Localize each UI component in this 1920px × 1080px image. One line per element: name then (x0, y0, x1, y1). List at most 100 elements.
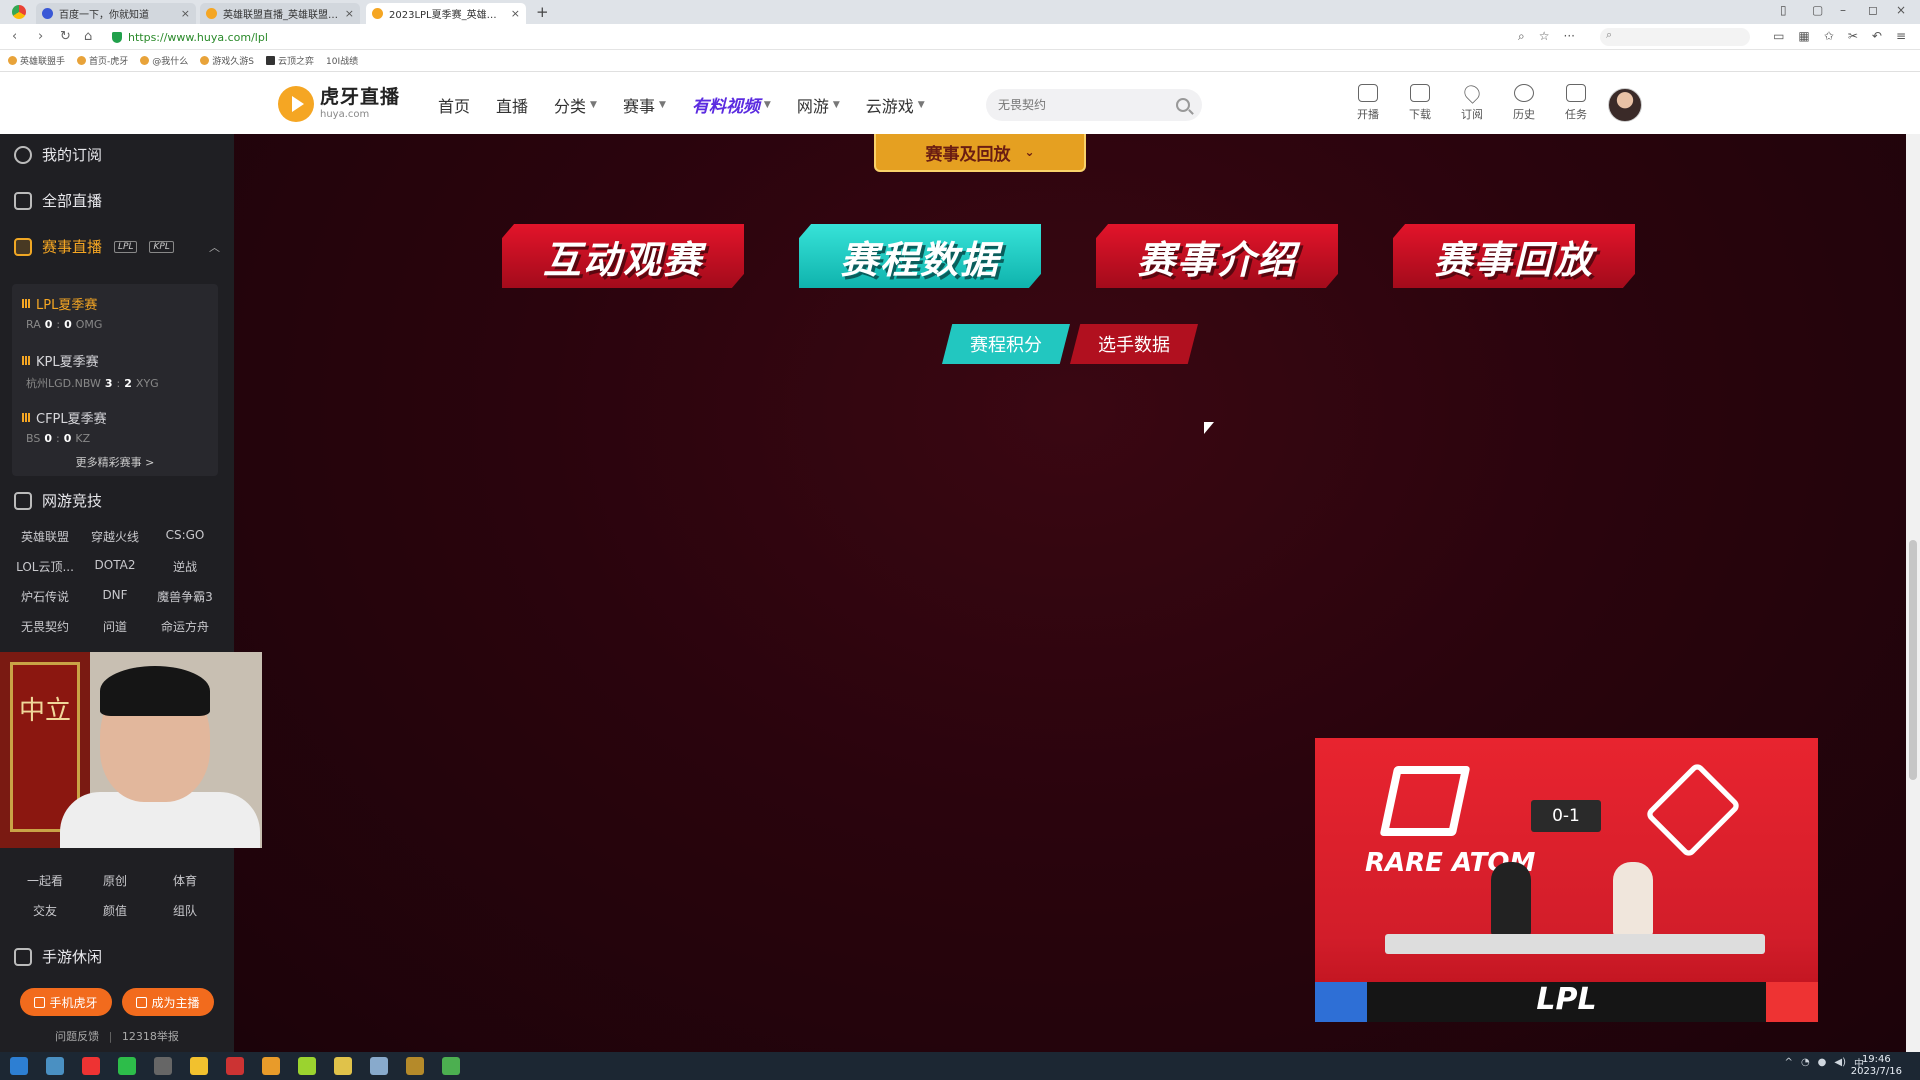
search-icon[interactable] (1176, 98, 1190, 112)
nav-live[interactable]: 直播 (496, 92, 528, 117)
nav-online-games[interactable]: 网游 ▼ (797, 92, 840, 117)
game-link[interactable]: 问道 (80, 618, 150, 635)
zoom-icon[interactable]: ⌕ (1518, 29, 1525, 44)
new-tab-button[interactable]: + (536, 3, 549, 21)
bookmark[interactable]: 英雄联盟手 (8, 54, 65, 67)
game-link[interactable]: CS:GO (150, 528, 220, 545)
windows-start-icon[interactable] (10, 1057, 28, 1075)
avatar[interactable] (1608, 88, 1642, 122)
nav-home[interactable]: 首页 (438, 92, 470, 117)
browser-tab-active[interactable]: 2023LPL夏季赛_英雄联盟 × (366, 3, 526, 24)
category-link[interactable]: 交友 (10, 902, 80, 919)
lol-client-icon[interactable] (406, 1057, 424, 1075)
app-icon[interactable] (154, 1057, 172, 1075)
minimize-icon[interactable]: – (1840, 3, 1846, 17)
bookmark[interactable]: @我什么 (140, 54, 188, 67)
app-icon[interactable] (226, 1057, 244, 1075)
report-link[interactable]: 12318举报 (122, 1030, 179, 1043)
bookmark[interactable]: 云顶之弈 (266, 54, 314, 67)
tab-schedule-data[interactable]: 赛程数据 (799, 224, 1041, 288)
chevron-up-icon[interactable]: ︿ (209, 239, 220, 255)
bookmark[interactable]: 10I战绩 (326, 54, 358, 67)
more-matches-link[interactable]: 更多精彩赛事 > (12, 454, 218, 470)
sidebar-item-mobile-games[interactable]: 手游休闲 (0, 946, 234, 967)
reader-icon[interactable]: ▭ (1773, 29, 1784, 43)
game-link[interactable]: DOTA2 (80, 558, 150, 575)
sidebar-toggle-icon[interactable]: ▯ (1780, 3, 1787, 17)
app-icon[interactable] (190, 1057, 208, 1075)
feedback-link[interactable]: 问题反馈 (55, 1030, 99, 1043)
browser-tab[interactable]: 百度一下，你就知道 × (36, 3, 196, 24)
game-link[interactable]: 魔兽争霸3 (150, 588, 220, 605)
task-button[interactable]: 任务 (1560, 84, 1592, 122)
game-link[interactable]: 逆战 (150, 558, 220, 575)
match-item[interactable]: CFPL夏季赛 BS 0:0 KZ (22, 408, 107, 445)
sidebar-item-online-games[interactable]: 网游竞技 (0, 490, 234, 511)
app-icon[interactable] (370, 1057, 388, 1075)
category-link[interactable]: 颜值 (80, 902, 150, 919)
clock[interactable]: 19:46 2023/7/16 (1851, 1054, 1902, 1078)
window-close-icon[interactable]: × (1896, 3, 1906, 17)
forward-icon[interactable]: › (38, 29, 43, 44)
mini-video-player[interactable]: RARE ATOM 0-1 LPL (1315, 738, 1818, 1022)
app-icon[interactable] (334, 1057, 352, 1075)
close-icon[interactable]: × (345, 7, 354, 20)
mobile-huya-button[interactable]: 手机虎牙 (20, 988, 112, 1016)
browser-tab[interactable]: 英雄联盟直播_英雄联盟无限 × (200, 3, 360, 24)
game-link[interactable]: 英雄联盟 (10, 528, 80, 545)
become-streamer-button[interactable]: 成为主播 (122, 988, 214, 1016)
sidebar-item-subscriptions[interactable]: 我的订阅 (0, 144, 234, 165)
app-icon[interactable] (298, 1057, 316, 1075)
app-icon[interactable] (46, 1057, 64, 1075)
game-link[interactable]: LOL云顶... (10, 558, 80, 575)
mic-icon[interactable]: ● (1818, 1057, 1827, 1068)
game-link[interactable]: 无畏契约 (10, 618, 80, 635)
app-icon[interactable] (82, 1057, 100, 1075)
close-icon[interactable]: × (181, 7, 190, 20)
nav-category[interactable]: 分类 ▼ (554, 92, 597, 117)
nav-cloud-games[interactable]: 云游戏 ▼ (866, 92, 925, 117)
history-button[interactable]: 历史 (1508, 84, 1540, 122)
category-link[interactable]: 体育 (150, 872, 220, 889)
category-link[interactable]: 组队 (150, 902, 220, 919)
section-dropdown[interactable]: 赛事及回放 ⌄ (874, 134, 1086, 172)
tools-icon[interactable]: ✂ (1848, 29, 1858, 43)
volume-icon[interactable]: ◀) (1834, 1057, 1846, 1068)
match-item[interactable]: KPL夏季赛 杭州LGD.NBW 3:2 XYG (22, 351, 159, 391)
game-link[interactable]: 穿越火线 (80, 528, 150, 545)
nav-videos[interactable]: 有料视频 ▼ (692, 92, 771, 117)
match-item[interactable]: LPL夏季赛 RA 0:0 OMG (22, 294, 102, 331)
download-button[interactable]: 下载 (1404, 84, 1436, 122)
sidebar-item-all-live[interactable]: 全部直播 (0, 190, 234, 211)
star-icon[interactable]: ☆ (1539, 29, 1550, 44)
game-link[interactable]: 炉石传说 (10, 588, 80, 605)
back-icon[interactable]: ‹ (12, 29, 17, 44)
sidebar-item-esports-live[interactable]: 赛事直播 LPL KPL ︿ (0, 236, 234, 257)
browser-icon[interactable] (442, 1057, 460, 1075)
wechat-icon[interactable] (118, 1057, 136, 1075)
bookmark[interactable]: 游戏久游S (200, 54, 254, 67)
search-input[interactable] (998, 98, 1176, 112)
tab-event-intro[interactable]: 赛事介绍 (1096, 224, 1338, 288)
game-link[interactable]: DNF (80, 588, 150, 605)
more-icon[interactable]: ··· (1564, 29, 1575, 44)
tray-expand-icon[interactable]: ^ (1785, 1057, 1793, 1068)
page-scrollbar[interactable] (1906, 134, 1920, 1052)
broadcast-button[interactable]: 开播 (1352, 84, 1384, 122)
url-field[interactable]: https://www.huya.com/lpl (112, 28, 1512, 46)
subtab-standings[interactable]: 赛程积分 (942, 324, 1070, 364)
bookmark[interactable]: 首页-虎牙 (77, 54, 128, 67)
maximize-icon[interactable]: ◻ (1868, 3, 1878, 17)
game-link[interactable]: 命运方舟 (150, 618, 220, 635)
close-icon[interactable]: × (511, 7, 520, 20)
menu-icon[interactable]: ≡ (1896, 29, 1906, 43)
category-link[interactable]: 原创 (80, 872, 150, 889)
favorites-icon[interactable]: ✩ (1824, 29, 1834, 43)
subtab-player-data[interactable]: 选手数据 (1070, 324, 1198, 364)
network-icon[interactable]: ◔ (1801, 1057, 1810, 1068)
huya-logo[interactable]: 虎牙直播 huya.com (278, 86, 400, 122)
apps-icon[interactable]: ▦ (1798, 29, 1809, 43)
restore-icon[interactable]: ▢ (1812, 3, 1823, 17)
home-icon[interactable]: ⌂ (84, 29, 92, 44)
subscribe-button[interactable]: 订阅 (1456, 82, 1488, 122)
